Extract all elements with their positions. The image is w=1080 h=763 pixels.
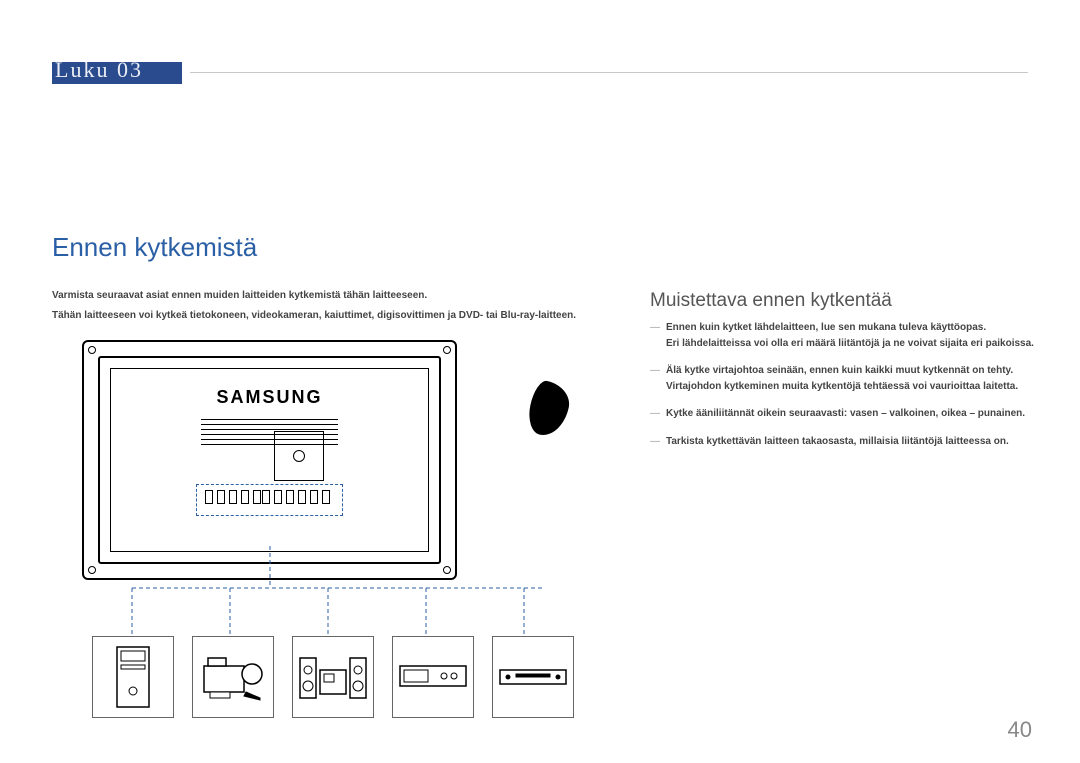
device-dvd [492, 636, 574, 718]
camcorder-icon [200, 652, 266, 702]
note-item-3: ― Kytke ääniliitännät oikein seuraavasti… [650, 406, 1045, 422]
note-2a: Älä kytke virtajohtoa seinään, ennen kui… [666, 365, 1013, 376]
page-number: 40 [1008, 717, 1032, 743]
tv-back-panel-illustration: SAMSUNG [82, 340, 457, 580]
note-item-2: ― Älä kytke virtajohtoa seinään, ennen k… [650, 363, 1045, 394]
brand-logo: SAMSUNG [111, 387, 428, 408]
ports-highlight-box [196, 484, 343, 516]
chapter-label: Luku 03 [55, 57, 143, 83]
pc-tower-icon [111, 645, 155, 709]
note-item-4: ― Tarkista kytkettävän laitteen takaosas… [650, 434, 1045, 450]
device-stereo [292, 636, 374, 718]
connection-wires [82, 564, 602, 644]
dvd-player-icon [498, 666, 568, 688]
device-settop [392, 636, 474, 718]
notes-list: ― Ennen kuin kytket lähdelaitteen, lue s… [650, 320, 1045, 461]
cable-connector-icon [525, 379, 573, 440]
note-1b: Eri lähdelaitteissa voi olla eri määrä l… [666, 336, 1045, 352]
page: Luku 03 Ennen kytkemistä Varmista seuraa… [0, 0, 1080, 763]
dash-icon: ― [650, 406, 660, 422]
device-row [92, 636, 574, 718]
dash-icon: ― [650, 434, 660, 450]
note-4: Tarkista kytkettävän laitteen takaosasta… [666, 436, 1009, 447]
dash-icon: ― [650, 363, 660, 379]
stereo-icon [298, 652, 368, 702]
note-3: Kytke ääniliitännät oikein seuraavasti: … [666, 408, 1025, 419]
device-camcorder [192, 636, 274, 718]
note-item-1: ― Ennen kuin kytket lähdelaitteen, lue s… [650, 320, 1045, 351]
set-top-box-icon [398, 662, 468, 692]
note-2b: Virtajohdon kytkeminen muita kytkentöjä … [666, 379, 1045, 395]
dash-icon: ― [650, 320, 660, 336]
intro-text: Varmista seuraavat asiat ennen muiden la… [52, 288, 612, 323]
header-rule [190, 72, 1028, 73]
device-pc-tower [92, 636, 174, 718]
section-heading: Ennen kytkemistä [52, 232, 257, 263]
note-1a: Ennen kuin kytket lähdelaitteen, lue sen… [666, 322, 986, 333]
intro-line-1: Varmista seuraavat asiat ennen muiden la… [52, 288, 612, 304]
subsection-heading: Muistettava ennen kytkentää [650, 290, 892, 312]
intro-line-2: Tähän laitteeseen voi kytkeä tietokoneen… [52, 308, 612, 324]
